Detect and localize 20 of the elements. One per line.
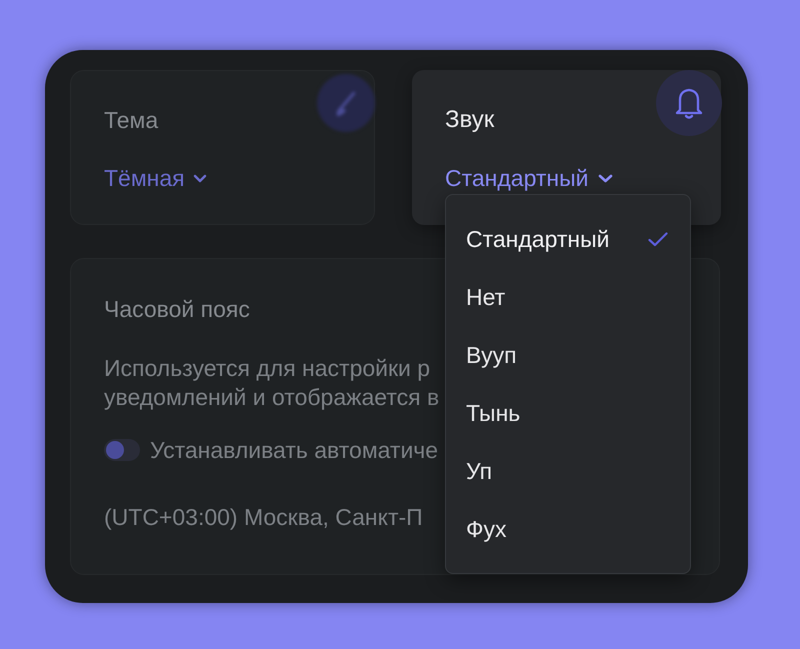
toggle-label: Устанавливать автоматиче <box>150 438 438 462</box>
card-title: Звук <box>445 106 494 134</box>
bell-icon <box>656 70 722 136</box>
card-title: Часовой пояс <box>104 296 250 322</box>
menu-option[interactable]: Фух <box>446 500 690 558</box>
toggle-switch[interactable] <box>104 439 140 461</box>
timezone-text: (UTC+03:00) Москва, Санкт-П <box>104 504 423 530</box>
menu-option[interactable]: Нет <box>446 268 690 326</box>
chevron-down-icon <box>598 174 612 182</box>
check-icon <box>648 232 668 246</box>
menu-option[interactable]: Стандартный <box>446 210 690 268</box>
sound-dropdown[interactable]: Стандартный <box>445 164 612 192</box>
description-text: Используется для настройки р уведомлений и отображается в <box>104 354 440 412</box>
theme-dropdown[interactable]: Тёмная <box>104 164 207 192</box>
card-title: Тема <box>104 106 158 134</box>
menu-option[interactable]: Вууп <box>446 326 690 384</box>
menu-option[interactable]: Тынь <box>446 384 690 442</box>
brush-icon <box>317 74 375 132</box>
chevron-down-icon <box>192 174 207 182</box>
menu-option[interactable]: Уп <box>446 442 690 500</box>
